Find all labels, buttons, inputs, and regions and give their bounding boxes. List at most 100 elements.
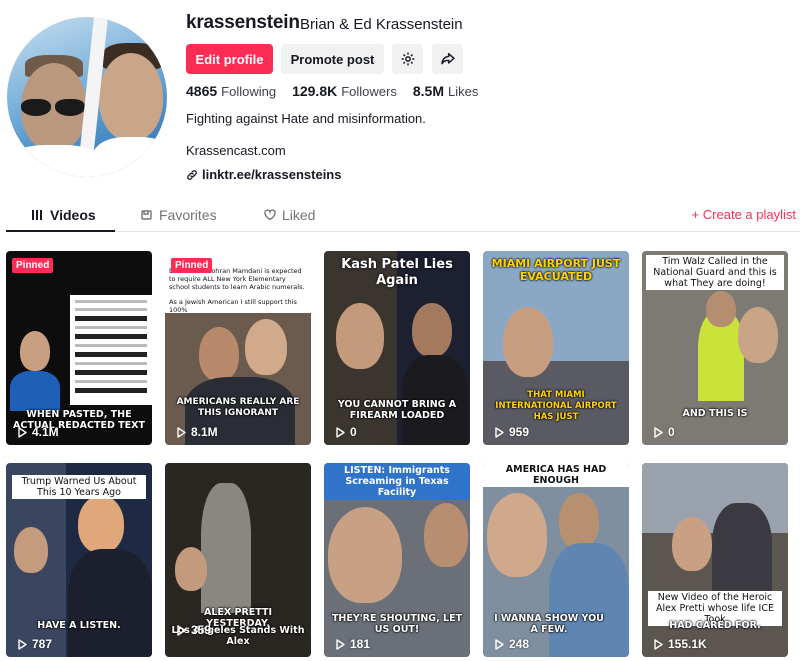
- tab-favorites[interactable]: Favorites: [141, 207, 217, 223]
- gear-icon: [401, 52, 414, 66]
- person-figure: [738, 307, 778, 363]
- video-caption: AND THIS IS: [682, 408, 748, 419]
- video-card-1[interactable]: Pinned WHEN PASTED, THE ACTUAL REDACTED …: [6, 251, 152, 445]
- video-card-5[interactable]: Tim Walz Called in the National Guard an…: [642, 251, 788, 445]
- active-tab-indicator: [6, 230, 115, 232]
- likes-stat: 8.5M Likes: [412, 83, 479, 99]
- followers-stat[interactable]: 129.8K Followers: [292, 83, 397, 99]
- share-icon: [440, 52, 455, 65]
- create-playlist-link[interactable]: + Create a playlist: [692, 207, 796, 222]
- person-figure: [503, 307, 553, 377]
- person-torso: [68, 549, 152, 657]
- profile-bio: Fighting against Hate and misinformation…: [186, 111, 426, 126]
- video-card-6[interactable]: Trump Warned Us About This 10 Years Ago …: [6, 463, 152, 657]
- video-top-text-2: As a Jewish American I still support thi…: [169, 298, 297, 314]
- video-caption: THAT MIAMI INTERNATIONAL AIRPORT HAS JUS…: [495, 390, 617, 422]
- grid-icon: [32, 210, 42, 220]
- person-figure: [672, 517, 712, 571]
- tab-videos[interactable]: Videos: [32, 207, 96, 223]
- person-figure: [245, 319, 287, 375]
- document-screenshot: [70, 295, 152, 405]
- play-icon: [495, 638, 504, 650]
- promote-post-button[interactable]: Promote post: [281, 44, 384, 74]
- video-top-text: AMERICA HAS HAD ENOUGH: [483, 463, 629, 487]
- edit-profile-button[interactable]: Edit profile: [186, 44, 273, 74]
- video-headline: MIAMI AIRPORT JUST EVACUATED: [491, 257, 621, 283]
- profile-website: Krassencast.com: [186, 143, 286, 158]
- view-count: 359: [177, 623, 211, 637]
- play-icon: [336, 426, 345, 438]
- play-icon: [654, 426, 663, 438]
- view-count: 4.1M: [18, 425, 59, 439]
- video-card-10[interactable]: New Video of the Heroic Alex Pretti whos…: [642, 463, 788, 657]
- profile-stats: 4865 Following 129.8K Followers 8.5M Likes: [186, 83, 478, 99]
- video-headline: Kash Patel Lies Again: [341, 257, 453, 288]
- avatar-shirt-left: [7, 145, 103, 177]
- play-icon: [177, 426, 186, 438]
- avatar-shirt-right: [93, 137, 167, 177]
- person-figure: [706, 291, 736, 327]
- mural-figure: [201, 483, 251, 613]
- profile-link[interactable]: linktr.ee/krassensteins: [186, 167, 341, 182]
- profile-nickname: Brian & Ed Krassenstein: [300, 16, 463, 33]
- profile-link-text: linktr.ee/krassensteins: [202, 167, 342, 182]
- link-icon: [187, 169, 197, 180]
- tab-liked[interactable]: Liked: [264, 207, 315, 223]
- video-caption: HAD CARED FOR.: [669, 620, 761, 631]
- pinned-badge: Pinned: [171, 258, 213, 273]
- pinned-badge: Pinned: [12, 258, 54, 273]
- bookmark-icon: [141, 210, 152, 220]
- view-count: 181: [336, 637, 370, 651]
- person-figure: [175, 547, 207, 591]
- play-icon: [18, 426, 27, 438]
- play-icon: [495, 426, 504, 438]
- video-caption: THEY'RE SHOUTING, LET US OUT!: [331, 613, 463, 635]
- video-top-text: Tim Walz Called in the National Guard an…: [646, 255, 784, 290]
- avatar-face-right: [99, 53, 163, 141]
- view-count: 8.1M: [177, 425, 218, 439]
- share-profile-button[interactable]: [432, 44, 463, 74]
- heart-icon: [264, 209, 276, 221]
- profile-username: krassenstein: [186, 12, 300, 33]
- play-icon: [18, 638, 27, 650]
- person-figure: [424, 503, 468, 567]
- view-count: 248: [495, 637, 529, 651]
- video-card-7[interactable]: ALEX PRETTI YESTERDAY, Los Angeles Stand…: [165, 463, 311, 657]
- person-figure: [559, 493, 599, 549]
- settings-button[interactable]: [392, 44, 423, 74]
- person-torso: [549, 543, 629, 657]
- video-card-3[interactable]: Kash Patel Lies Again YOU CANNOT BRING A…: [324, 251, 470, 445]
- person-figure: [20, 331, 50, 371]
- profile-avatar[interactable]: [7, 17, 167, 177]
- person-figure: [14, 527, 48, 573]
- video-card-4[interactable]: MIAMI AIRPORT JUST EVACUATED THAT MIAMI …: [483, 251, 629, 445]
- person-torso: [10, 371, 60, 411]
- person-figure: [328, 507, 402, 603]
- video-card-8[interactable]: LISTEN: Immigrants Screaming in Texas Fa…: [324, 463, 470, 657]
- video-top-text: Trump Warned Us About This 10 Years Ago: [12, 475, 146, 499]
- avatar-sunglasses: [19, 99, 89, 117]
- video-card-9[interactable]: AMERICA HAS HAD ENOUGH I WANNA SHOW YOU …: [483, 463, 629, 657]
- video-caption: HAVE A LISTEN.: [37, 620, 121, 631]
- person-figure: [487, 493, 547, 577]
- view-count: 0: [336, 425, 357, 439]
- play-icon: [336, 638, 345, 650]
- view-count: 0: [654, 425, 675, 439]
- video-caption: I WANNA SHOW YOU A FEW.: [494, 613, 604, 635]
- video-top-text: LISTEN: Immigrants Screaming in Texas Fa…: [324, 463, 470, 500]
- person-figure: [336, 303, 384, 369]
- view-count: 155.1K: [654, 637, 707, 651]
- profile-tabs: Videos Favorites Liked + Create a playli…: [6, 200, 800, 232]
- play-icon: [177, 624, 186, 636]
- person-figure: [412, 303, 452, 357]
- video-caption: YOU CANNOT BRING A FIREARM LOADED: [337, 399, 457, 421]
- view-count: 787: [18, 637, 52, 651]
- person-torso: [712, 503, 772, 603]
- video-caption: AMERICANS REALLY ARE THIS IGNORANT: [176, 397, 300, 418]
- following-stat[interactable]: 4865 Following: [186, 83, 276, 99]
- person-figure: [78, 495, 124, 553]
- video-card-2[interactable]: BREAKING: Zohran Mamdani is expected to …: [165, 251, 311, 445]
- play-icon: [654, 638, 663, 650]
- person-figure: [199, 327, 239, 381]
- view-count: 959: [495, 425, 529, 439]
